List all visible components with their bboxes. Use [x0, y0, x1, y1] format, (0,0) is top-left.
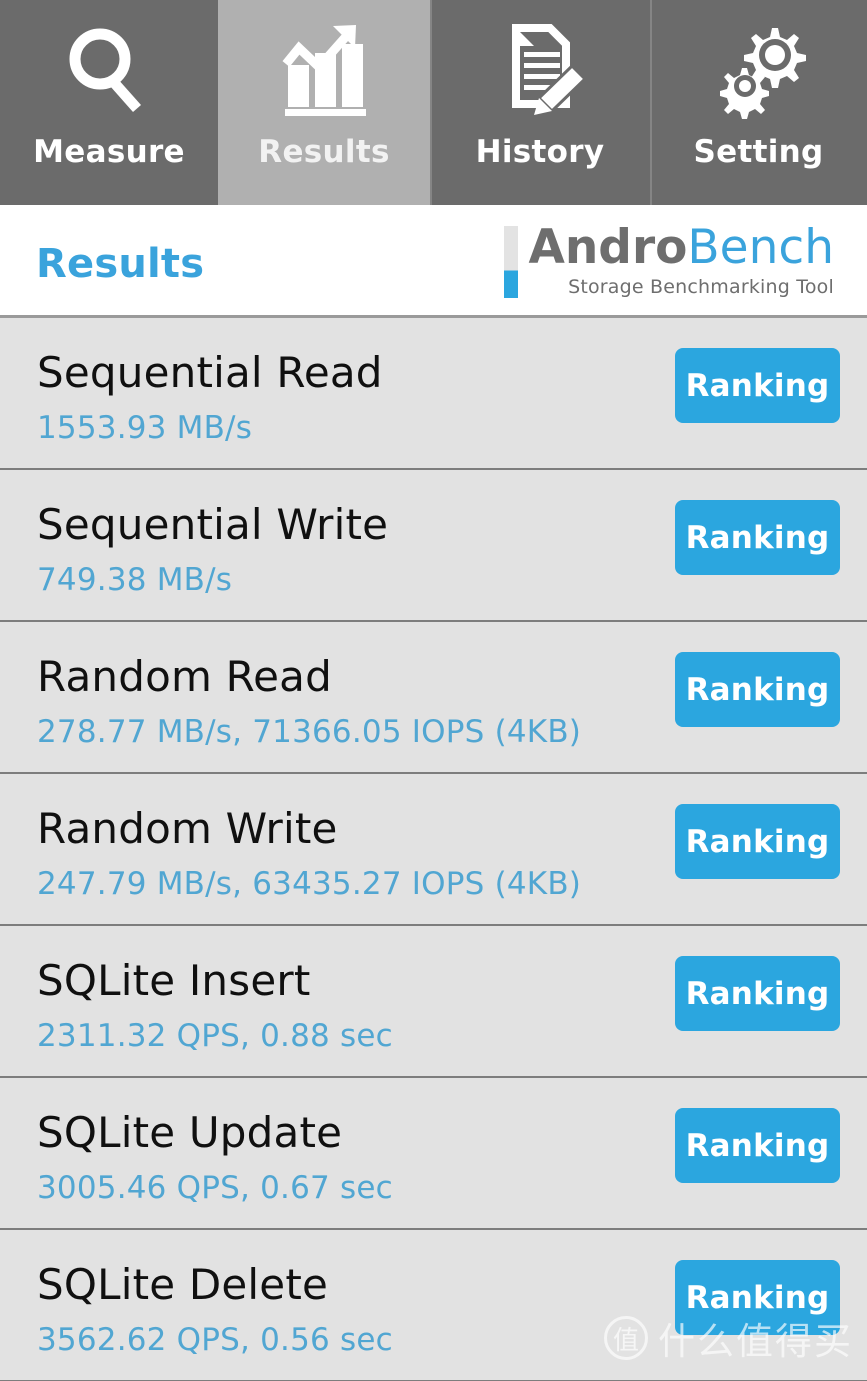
ranking-button[interactable]: Ranking [675, 1108, 840, 1183]
tab-history[interactable]: History [430, 0, 650, 205]
result-label: Random Write [37, 804, 338, 853]
top-tab-bar: Measure Results History Setting [0, 0, 867, 205]
result-value: 3005.46 QPS, 0.67 sec [37, 1170, 393, 1206]
table-row: Random Read 278.77 MB/s, 71366.05 IOPS (… [0, 622, 867, 774]
result-value: 749.38 MB/s [37, 562, 233, 598]
magnifier-icon [59, 18, 159, 122]
result-value: 1553.93 MB/s [37, 410, 253, 446]
ranking-button[interactable]: Ranking [675, 348, 840, 423]
document-pencil-icon [490, 18, 590, 122]
androbench-logo: AndroBench Storage Benchmarking Tool [504, 223, 834, 298]
table-row: Random Write 247.79 MB/s, 63435.27 IOPS … [0, 774, 867, 926]
table-row: SQLite Update 3005.46 QPS, 0.67 sec Rank… [0, 1078, 867, 1230]
table-row: SQLite Insert 2311.32 QPS, 0.88 sec Rank… [0, 926, 867, 1078]
table-row: Sequential Write 749.38 MB/s Ranking [0, 470, 867, 622]
logo-text-andro: Andro [528, 220, 688, 275]
page-header: Results AndroBench Storage Benchmarking … [0, 205, 867, 318]
table-row: SQLite Delete 3562.62 QPS, 0.56 sec Rank… [0, 1230, 867, 1381]
result-value: 247.79 MB/s, 63435.27 IOPS (4KB) [37, 866, 582, 902]
tab-measure[interactable]: Measure [0, 0, 218, 205]
ranking-button[interactable]: Ranking [675, 956, 840, 1031]
result-label: Sequential Read [37, 348, 383, 397]
result-value: 278.77 MB/s, 71366.05 IOPS (4KB) [37, 714, 582, 750]
table-row: Sequential Read 1553.93 MB/s Ranking [0, 318, 867, 470]
tab-setting[interactable]: Setting [650, 0, 867, 205]
result-label: SQLite Insert [37, 956, 311, 1005]
logo-text-bench: Bench [687, 220, 834, 275]
ranking-button[interactable]: Ranking [675, 804, 840, 879]
tab-results[interactable]: Results [218, 0, 430, 205]
result-label: Random Read [37, 652, 332, 701]
logo-tagline: Storage Benchmarking Tool [568, 276, 834, 298]
bar-chart-icon [274, 18, 374, 122]
page-title: Results [36, 241, 205, 287]
tab-label-results: Results [258, 134, 390, 170]
ranking-button[interactable]: Ranking [675, 652, 840, 727]
result-value: 2311.32 QPS, 0.88 sec [37, 1018, 393, 1054]
gears-icon [709, 18, 809, 122]
ranking-button[interactable]: Ranking [675, 1260, 840, 1335]
tab-label-measure: Measure [33, 134, 185, 170]
result-label: SQLite Update [37, 1108, 343, 1157]
tab-label-history: History [475, 134, 605, 170]
tab-label-setting: Setting [693, 134, 824, 170]
result-label: SQLite Delete [37, 1260, 329, 1309]
result-label: Sequential Write [37, 500, 389, 549]
result-value: 3562.62 QPS, 0.56 sec [37, 1322, 393, 1358]
results-list: Sequential Read 1553.93 MB/s Ranking Seq… [0, 318, 867, 1381]
ranking-button[interactable]: Ranking [675, 500, 840, 575]
logo-accent-bar [504, 226, 519, 298]
